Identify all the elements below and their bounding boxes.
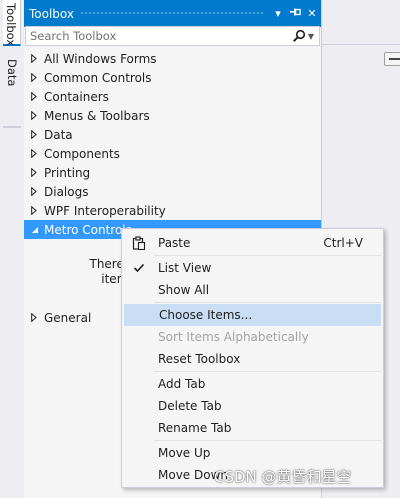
menu-item-list-view[interactable]: List View xyxy=(124,257,381,279)
category-common-controls[interactable]: Common Controls xyxy=(24,68,321,87)
category-dialogs[interactable]: Dialogs xyxy=(24,182,321,201)
category-label: Menus & Toolbars xyxy=(44,108,150,123)
menu-item-rename-tab[interactable]: Rename Tab xyxy=(124,417,381,439)
divider xyxy=(322,44,400,45)
menu-item-label: Add Tab xyxy=(158,377,206,391)
category-label: Components xyxy=(44,146,120,161)
menu-item-label: Choose Items... xyxy=(159,308,253,322)
toolbox-tree: All Windows Forms Common Controls Contai… xyxy=(24,49,321,239)
side-tab-data-sources-label: Data Sources xyxy=(0,59,19,105)
expand-arrow-icon[interactable] xyxy=(31,68,42,87)
expand-arrow-icon[interactable] xyxy=(31,49,42,68)
menu-item-move-up[interactable]: Move Up xyxy=(124,442,381,464)
category-label: General xyxy=(44,310,92,325)
category-printing[interactable]: Printing xyxy=(24,163,321,182)
menu-item-reset-toolbox[interactable]: Reset Toolbox xyxy=(124,348,381,370)
side-tab-toolbox[interactable]: Toolbox xyxy=(3,0,21,46)
category-components[interactable]: Components xyxy=(24,144,321,163)
toolbox-context-menu: Paste Ctrl+V List View Show All Choose I… xyxy=(121,228,384,488)
category-menus-toolbars[interactable]: Menus & Toolbars xyxy=(24,106,321,125)
category-label: Metro Controls xyxy=(44,222,132,237)
menu-separator xyxy=(154,255,381,256)
menu-item-paste[interactable]: Paste Ctrl+V xyxy=(124,232,381,254)
category-containers[interactable]: Containers xyxy=(24,87,321,106)
category-all-windows-forms[interactable]: All Windows Forms xyxy=(24,49,321,68)
category-label: Printing xyxy=(44,165,91,180)
category-wpf-interoperability[interactable]: WPF Interoperability xyxy=(24,201,321,220)
search-options-dropdown-icon[interactable]: ▼ xyxy=(308,32,314,41)
close-icon[interactable]: ✕ xyxy=(304,7,320,20)
category-label: Data xyxy=(44,127,73,142)
pin-icon xyxy=(290,8,301,16)
expand-arrow-icon[interactable] xyxy=(31,144,42,163)
checkmark-icon xyxy=(124,257,154,279)
menu-item-label: Reset Toolbox xyxy=(158,352,241,366)
menu-item-shortcut: Ctrl+V xyxy=(323,236,363,250)
category-label: WPF Interoperability xyxy=(44,203,166,218)
menu-separator xyxy=(154,440,381,441)
side-tab-strip: Toolbox Data Sources xyxy=(0,0,24,498)
window-position-dropdown-icon[interactable]: ▾ xyxy=(270,7,286,20)
minimize-button[interactable] xyxy=(384,52,400,66)
toolbox-titlebar[interactable]: Toolbox ▾ ✕ xyxy=(24,0,321,27)
toolbox-title: Toolbox xyxy=(29,6,74,21)
expand-arrow-icon[interactable] xyxy=(31,163,42,182)
watermark: CSDN @黄昏和星空 xyxy=(214,468,352,486)
titlebar-grip xyxy=(80,11,264,16)
menu-item-show-all[interactable]: Show All xyxy=(124,279,381,301)
menu-item-label: Delete Tab xyxy=(158,399,222,413)
menu-item-label: Move Up xyxy=(158,446,211,460)
paste-icon xyxy=(124,232,154,254)
category-label: All Windows Forms xyxy=(44,51,157,66)
menu-item-label: Rename Tab xyxy=(158,421,232,435)
expand-arrow-icon[interactable] xyxy=(31,201,42,220)
menu-item-delete-tab[interactable]: Delete Tab xyxy=(124,395,381,417)
auto-hide-pin-icon[interactable] xyxy=(287,7,303,20)
expand-arrow-icon[interactable] xyxy=(31,308,42,327)
category-label: Containers xyxy=(44,89,109,104)
menu-item-label: Show All xyxy=(158,283,210,297)
category-data[interactable]: Data xyxy=(24,125,321,144)
menu-item-choose-items[interactable]: Choose Items... xyxy=(124,304,381,326)
side-tab-toolbox-label: Toolbox xyxy=(4,3,18,47)
menu-item-label: List View xyxy=(158,261,212,275)
magnifier-icon[interactable] xyxy=(292,29,306,43)
expand-arrow-icon[interactable] xyxy=(31,182,42,201)
menu-separator xyxy=(154,371,381,372)
search-box: ▼ xyxy=(25,26,320,46)
expand-arrow-icon[interactable] xyxy=(31,106,42,125)
expand-arrow-icon[interactable] xyxy=(31,87,42,106)
category-label: Dialogs xyxy=(44,184,89,199)
menu-item-label: Sort Items Alphabetically xyxy=(158,330,309,344)
side-tab-data-sources[interactable]: Data Sources xyxy=(0,56,21,128)
collapse-arrow-icon[interactable] xyxy=(31,220,42,239)
menu-item-add-tab[interactable]: Add Tab xyxy=(124,373,381,395)
menu-item-label: Paste xyxy=(158,236,191,250)
expand-arrow-icon[interactable] xyxy=(31,125,42,144)
menu-item-sort-alphabetically: Sort Items Alphabetically xyxy=(124,326,381,348)
menu-separator xyxy=(154,302,381,303)
search-input[interactable] xyxy=(30,29,292,43)
category-label: Common Controls xyxy=(44,70,152,85)
